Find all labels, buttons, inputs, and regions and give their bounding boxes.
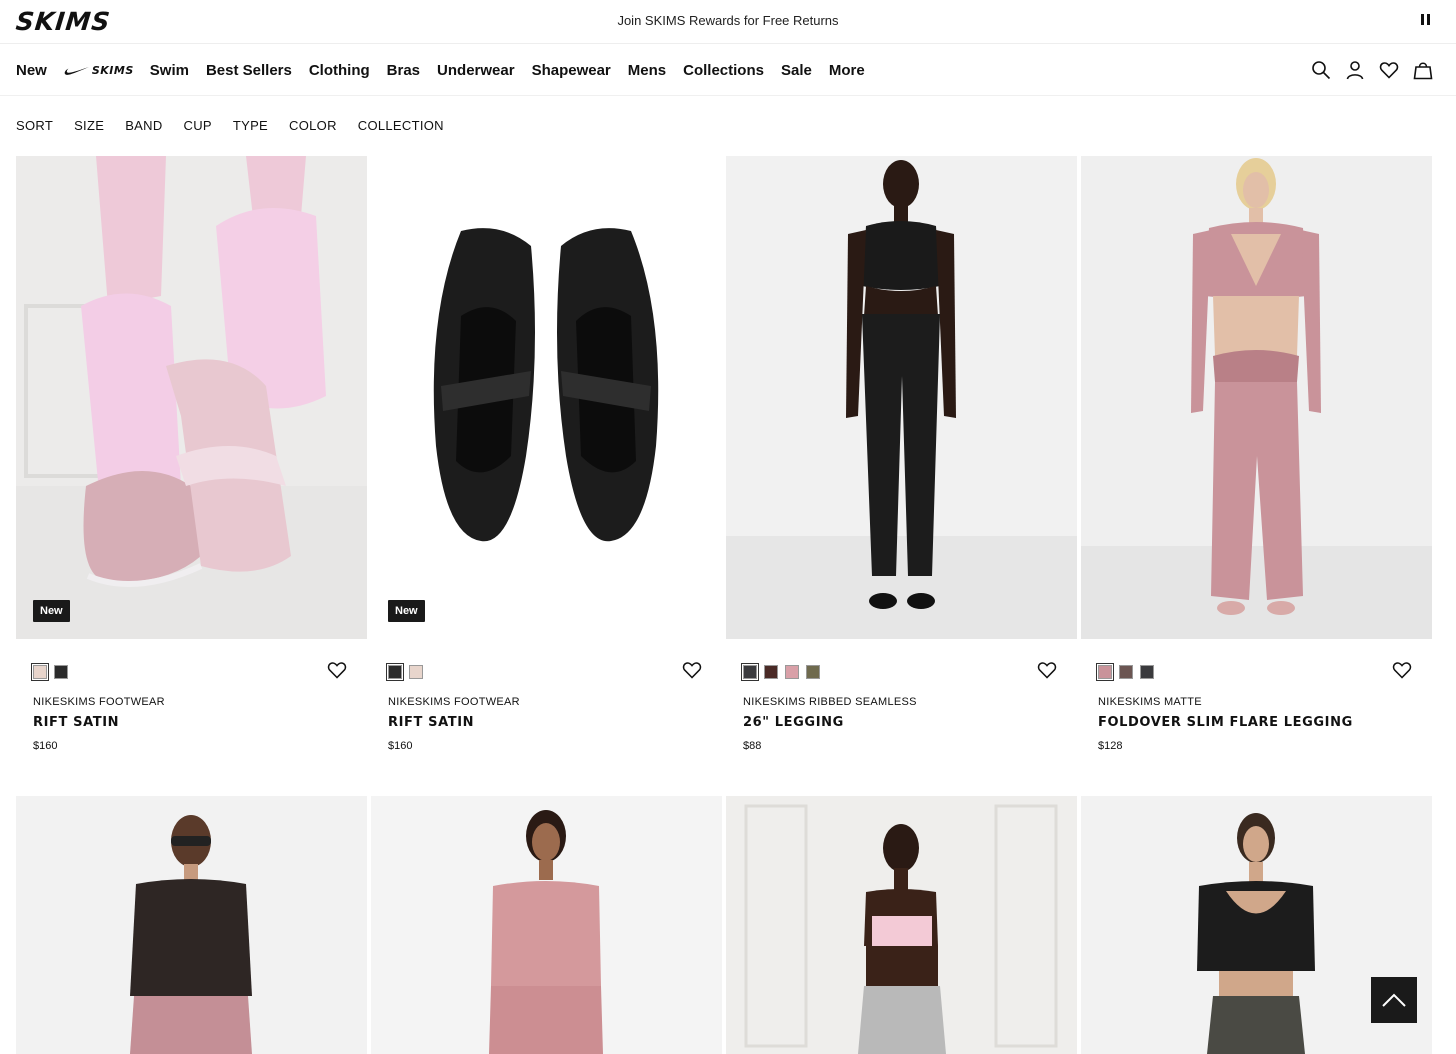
wishlist-heart-icon[interactable] bbox=[1037, 660, 1057, 680]
nav-item-clothing[interactable]: Clothing bbox=[309, 62, 370, 79]
wishlist-icon[interactable] bbox=[1378, 59, 1400, 81]
product-card[interactable] bbox=[16, 796, 367, 1054]
wishlist-heart-icon[interactable] bbox=[327, 660, 347, 680]
color-swatch[interactable] bbox=[1140, 665, 1154, 679]
color-swatch[interactable] bbox=[764, 665, 778, 679]
nav-items: New SKIMS Swim Best Sellers Clothing Bra… bbox=[16, 62, 882, 79]
product-card[interactable] bbox=[726, 796, 1077, 1054]
product-price: $88 bbox=[743, 740, 762, 752]
product-name[interactable]: RIFT SATIN bbox=[33, 715, 119, 730]
filter-band[interactable]: BAND bbox=[125, 118, 162, 133]
nav-item-shapewear[interactable]: Shapewear bbox=[532, 62, 611, 79]
nav-item-collections[interactable]: Collections bbox=[683, 62, 764, 79]
filter-cup[interactable]: CUP bbox=[184, 118, 212, 133]
product-grid-row: New NIKESKIMS FOOTWEAR RIFT SATIN $160 N… bbox=[16, 156, 1436, 752]
product-image[interactable] bbox=[726, 156, 1077, 639]
nav-item-more[interactable]: More bbox=[829, 62, 865, 79]
product-card[interactable]: New NIKESKIMS FOOTWEAR RIFT SATIN $160 bbox=[16, 156, 367, 752]
nav-item-new[interactable]: New bbox=[16, 62, 47, 79]
product-image[interactable] bbox=[16, 796, 367, 1054]
product-name[interactable]: 26" LEGGING bbox=[743, 715, 844, 730]
main-nav: New SKIMS Swim Best Sellers Clothing Bra… bbox=[0, 46, 1456, 96]
product-price: $160 bbox=[388, 740, 413, 752]
nav-item-mens[interactable]: Mens bbox=[628, 62, 666, 79]
nav-icons bbox=[1310, 59, 1446, 81]
product-price: $128 bbox=[1098, 740, 1123, 752]
product-card[interactable] bbox=[371, 796, 722, 1054]
promo-text[interactable]: Join SKIMS Rewards for Free Returns bbox=[0, 13, 1456, 28]
product-image[interactable]: New bbox=[371, 156, 722, 639]
nav-item-bras[interactable]: Bras bbox=[387, 62, 420, 79]
nav-item-sale[interactable]: Sale bbox=[781, 62, 812, 79]
filter-size[interactable]: SIZE bbox=[74, 118, 104, 133]
product-image[interactable] bbox=[1081, 156, 1432, 639]
color-swatch[interactable] bbox=[54, 665, 68, 679]
product-collection: NIKESKIMS FOOTWEAR bbox=[33, 696, 165, 708]
product-card[interactable]: New NIKESKIMS FOOTWEAR RIFT SATIN $160 bbox=[371, 156, 722, 752]
color-swatch[interactable] bbox=[31, 663, 49, 681]
filter-color[interactable]: COLOR bbox=[289, 118, 337, 133]
product-card[interactable]: NIKESKIMS RIBBED SEAMLESS 26" LEGGING $8… bbox=[726, 156, 1077, 752]
filter-collection[interactable]: COLLECTION bbox=[358, 118, 444, 133]
new-badge: New bbox=[33, 600, 70, 622]
product-card[interactable]: NIKESKIMS MATTE FOLDOVER SLIM FLARE LEGG… bbox=[1081, 156, 1432, 752]
color-swatch[interactable] bbox=[1119, 665, 1133, 679]
color-swatch[interactable] bbox=[806, 665, 820, 679]
wishlist-heart-icon[interactable] bbox=[682, 660, 702, 680]
nav-item-nikeskims[interactable]: SKIMS bbox=[64, 64, 134, 77]
product-grid-row bbox=[16, 796, 1436, 1054]
nav-item-best-sellers[interactable]: Best Sellers bbox=[206, 62, 292, 79]
search-icon[interactable] bbox=[1310, 59, 1332, 81]
color-swatches bbox=[741, 663, 820, 681]
color-swatch[interactable] bbox=[409, 665, 423, 679]
color-swatches bbox=[31, 663, 68, 681]
product-image[interactable]: New bbox=[16, 156, 367, 639]
color-swatch[interactable] bbox=[1096, 663, 1114, 681]
bag-icon[interactable] bbox=[1412, 59, 1434, 81]
product-collection: NIKESKIMS MATTE bbox=[1098, 696, 1202, 708]
product-image[interactable] bbox=[726, 796, 1077, 1054]
product-collection: NIKESKIMS RIBBED SEAMLESS bbox=[743, 696, 917, 708]
new-badge: New bbox=[388, 600, 425, 622]
announcement-bar: SKIMS Join SKIMS Rewards for Free Return… bbox=[0, 0, 1456, 44]
filter-type[interactable]: TYPE bbox=[233, 118, 268, 133]
filter-sort[interactable]: SORT bbox=[16, 118, 53, 133]
color-swatch[interactable] bbox=[741, 663, 759, 681]
skims-collab-logo: SKIMS bbox=[91, 64, 134, 77]
product-image[interactable] bbox=[371, 796, 722, 1054]
nike-swoosh-icon bbox=[64, 66, 89, 75]
pause-button[interactable] bbox=[1418, 14, 1432, 28]
product-name[interactable]: RIFT SATIN bbox=[388, 715, 474, 730]
color-swatches bbox=[1096, 663, 1154, 681]
color-swatch[interactable] bbox=[785, 665, 799, 679]
chevron-up-icon bbox=[1382, 993, 1406, 1007]
product-price: $160 bbox=[33, 740, 58, 752]
nav-item-swim[interactable]: Swim bbox=[150, 62, 189, 79]
wishlist-heart-icon[interactable] bbox=[1392, 660, 1412, 680]
color-swatches bbox=[386, 663, 423, 681]
product-collection: NIKESKIMS FOOTWEAR bbox=[388, 696, 520, 708]
scroll-to-top-button[interactable] bbox=[1371, 977, 1417, 1023]
filter-bar: SORT SIZE BAND CUP TYPE COLOR COLLECTION bbox=[16, 118, 465, 133]
account-icon[interactable] bbox=[1344, 59, 1366, 81]
product-name[interactable]: FOLDOVER SLIM FLARE LEGGING bbox=[1098, 715, 1353, 730]
color-swatch[interactable] bbox=[386, 663, 404, 681]
nav-item-underwear[interactable]: Underwear bbox=[437, 62, 515, 79]
